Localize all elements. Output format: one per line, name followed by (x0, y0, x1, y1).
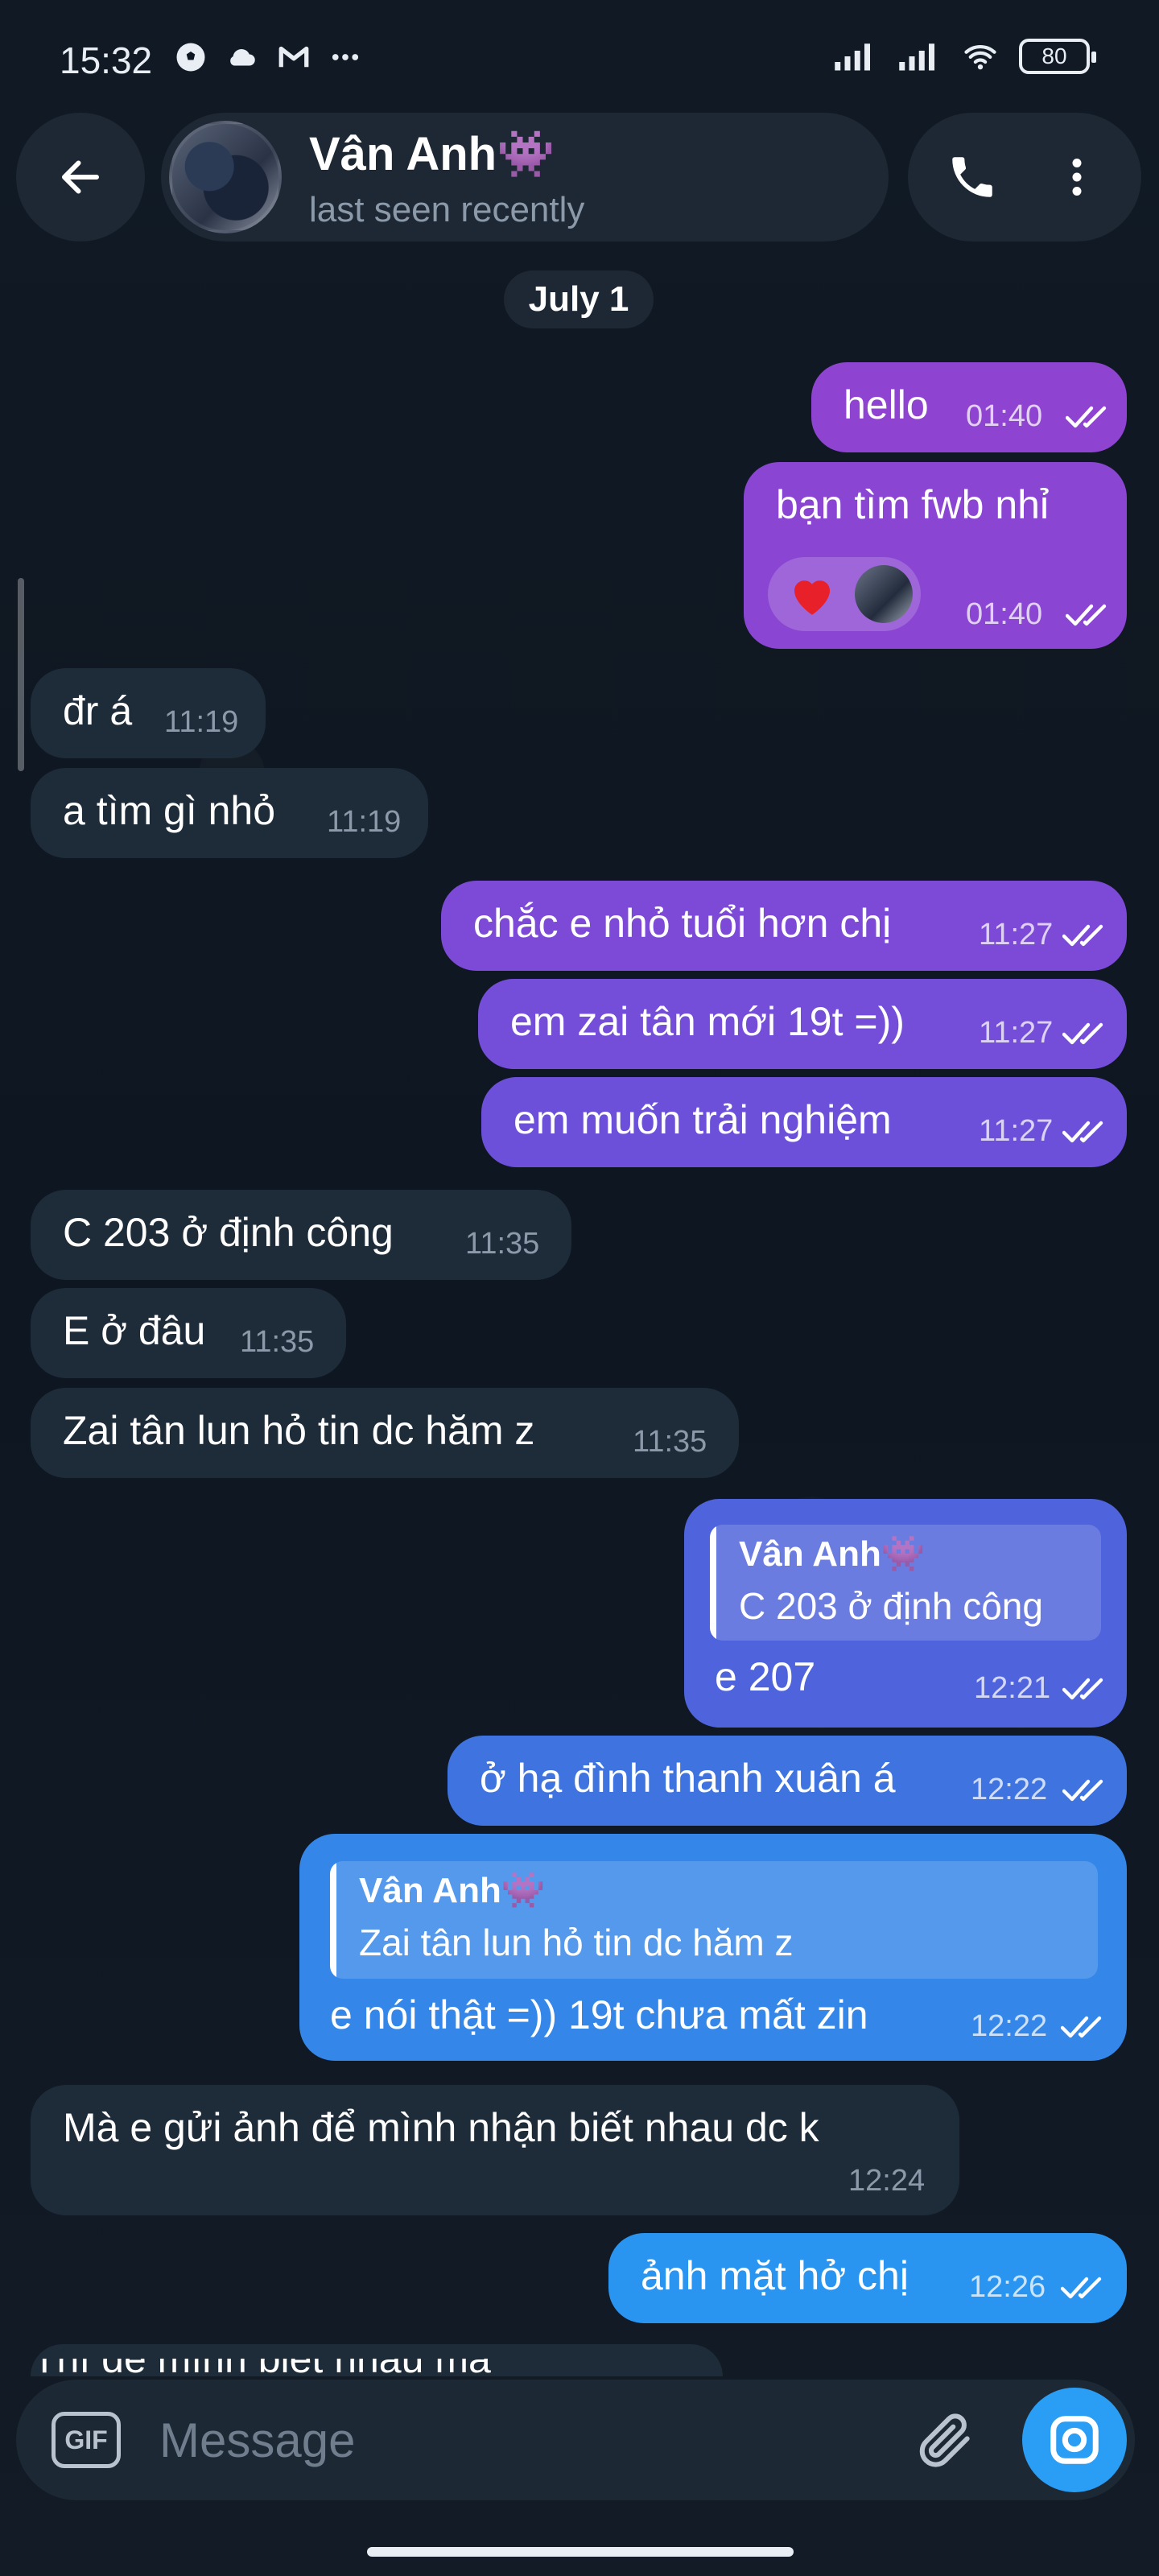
message-bubble-outgoing-reply[interactable]: Vân Anh👾 C 203 ở định công e 207 12:21 (684, 1499, 1127, 1728)
reply-sender: Vân Anh👾 (359, 1871, 546, 1910)
message-bubble-incoming[interactable]: Zai tân lun hỏ tin dc hăm z 11:35 (31, 1388, 739, 1478)
scrollbar[interactable] (18, 578, 24, 771)
message-time: 11:35 (240, 1325, 315, 1359)
message-text: a tìm gì nhỏ (63, 788, 276, 833)
double-check-icon (1062, 1678, 1103, 1700)
message-bubble-incoming[interactable]: a tìm gì nhỏ 11:19 (31, 768, 428, 858)
phone-icon (952, 157, 992, 197)
message-time: 11:19 (327, 805, 402, 839)
message-text: E ở đâu (63, 1308, 206, 1353)
arrow-left-icon (62, 160, 99, 194)
contact-status: last seen recently (309, 190, 585, 229)
reaction-chip[interactable] (768, 557, 921, 631)
signal-icon (835, 43, 870, 71)
message-time: 12:26 (969, 2270, 1046, 2304)
reply-sender: Vân Anh👾 (739, 1534, 926, 1574)
message-bubble-outgoing[interactable]: em muốn trải nghiệm 11:27 (481, 1077, 1127, 1167)
status-bar: 15:32 80 (0, 0, 1159, 121)
message-text: đr á (63, 688, 133, 733)
reply-quote[interactable]: Vân Anh👾 Zai tân lun hỏ tin dc hăm z (330, 1861, 1098, 1979)
reply-text: C 203 ở định công (739, 1585, 1043, 1627)
signal-icon-2 (899, 43, 934, 71)
message-input[interactable] (159, 2412, 884, 2468)
back-button-container (16, 113, 145, 242)
message-text: Zai tân lun hỏ tin dc hăm z (63, 1408, 535, 1453)
date-separator: July 1 (504, 270, 654, 328)
message-text: e 207 (715, 1654, 816, 1699)
message-text: chắc e nhỏ tuổi hơn chị (473, 901, 892, 946)
message-text: Mà e gửi ảnh để mình nhận biết nhau dc k (63, 2105, 819, 2150)
gmail-icon (278, 46, 309, 68)
header-actions (908, 113, 1141, 242)
double-check-icon (1061, 2016, 1102, 2038)
soccer-ball-icon (176, 43, 205, 72)
message-bubble-incoming[interactable]: Mà e gửi ảnh để mình nhận biết nhau dc k… (31, 2085, 959, 2215)
message-bubble-incoming[interactable]: C 203 ở định công 11:35 (31, 1190, 571, 1280)
call-button[interactable] (940, 145, 1004, 209)
message-bubble-outgoing[interactable]: hello 01:40 (811, 362, 1127, 452)
message-text: ảnh mặt hở chị (641, 2253, 909, 2298)
message-text: hello (843, 382, 929, 427)
message-bubble-outgoing[interactable]: em zai tân mới 19t =)) 11:27 (478, 979, 1127, 1069)
message-time: 11:35 (633, 1425, 707, 1459)
back-button[interactable] (48, 145, 113, 209)
message-time: 11:27 (979, 918, 1054, 952)
double-check-icon (1062, 924, 1103, 947)
contact-name: Vân Anh👾 (309, 128, 555, 180)
kebab-menu-icon (1072, 159, 1082, 196)
message-time: 12:22 (971, 2009, 1048, 2043)
message-time: 11:27 (979, 1114, 1054, 1148)
message-time: 11:27 (979, 1016, 1054, 1050)
status-system-icons: 80 (829, 39, 1096, 74)
paperclip-icon (919, 2413, 970, 2467)
message-time: 01:40 (966, 399, 1043, 433)
more-options-button[interactable] (1045, 145, 1109, 209)
message-bubble-outgoing[interactable]: ảnh mặt hở chị 12:26 (608, 2233, 1127, 2323)
cloud-icon (230, 48, 255, 66)
status-notification-icons (174, 40, 362, 74)
reply-text: Zai tân lun hỏ tin dc hăm z (359, 1922, 794, 1963)
camera-icon (1050, 2416, 1099, 2464)
message-composer: GIF (16, 2380, 1135, 2500)
message-text: em zai tân mới 19t =)) (510, 999, 905, 1044)
message-bubble-outgoing[interactable]: ở hạ đình thanh xuân á 12:22 (448, 1736, 1127, 1826)
battery-indicator: 80 (1019, 39, 1096, 74)
home-indicator[interactable] (367, 2547, 794, 2557)
double-check-icon (1061, 2277, 1102, 2299)
message-text: em muốn trải nghiệm (514, 1097, 892, 1142)
message-time: 11:35 (465, 1227, 540, 1261)
message-text: bạn tìm fwb nhỉ (776, 482, 1050, 527)
message-time: 12:22 (971, 1773, 1048, 1806)
message-bubble-incoming[interactable]: đr á 11:19 (31, 668, 266, 758)
double-check-icon (1062, 1779, 1103, 1802)
double-check-icon (1062, 1121, 1103, 1143)
message-time: 12:21 (974, 1671, 1051, 1705)
message-text: C 203 ở định công (63, 1210, 394, 1255)
gif-button[interactable]: GIF (52, 2412, 121, 2468)
wifi-icon (964, 45, 996, 70)
message-bubble-outgoing-reply[interactable]: Vân Anh👾 Zai tân lun hỏ tin dc hăm z e n… (299, 1834, 1127, 2061)
message-text: e nói thật =)) 19t chưa mất zin (330, 1992, 868, 2037)
heart-icon (794, 580, 830, 615)
chat-header[interactable]: Vân Anh👾 last seen recently (161, 113, 889, 242)
message-time: 11:19 (164, 705, 239, 739)
double-check-icon (1062, 1022, 1103, 1045)
message-time: 01:40 (966, 597, 1043, 631)
message-bubble-outgoing[interactable]: chắc e nhỏ tuổi hơn chị 11:27 (441, 881, 1127, 971)
avatar[interactable] (169, 121, 282, 233)
message-bubble-incoming[interactable]: E ở đâu 11:35 (31, 1288, 346, 1378)
message-time: 12:24 (848, 2164, 926, 2198)
double-check-icon (1066, 604, 1107, 626)
message-text-partial: Thì để mình biết nhau mà (32, 2359, 515, 2376)
reactor-avatar (855, 565, 913, 623)
message-text: ở hạ đình thanh xuân á (480, 1756, 896, 1801)
message-bubble-outgoing[interactable]: bạn tìm fwb nhỉ 01:40 (744, 462, 1127, 649)
reply-quote[interactable]: Vân Anh👾 C 203 ở định công (710, 1525, 1101, 1641)
camera-button[interactable] (1022, 2388, 1127, 2492)
more-dots-icon (332, 54, 359, 60)
status-time: 15:32 (60, 39, 153, 81)
double-check-icon (1066, 406, 1107, 428)
attach-button[interactable] (909, 2404, 982, 2476)
